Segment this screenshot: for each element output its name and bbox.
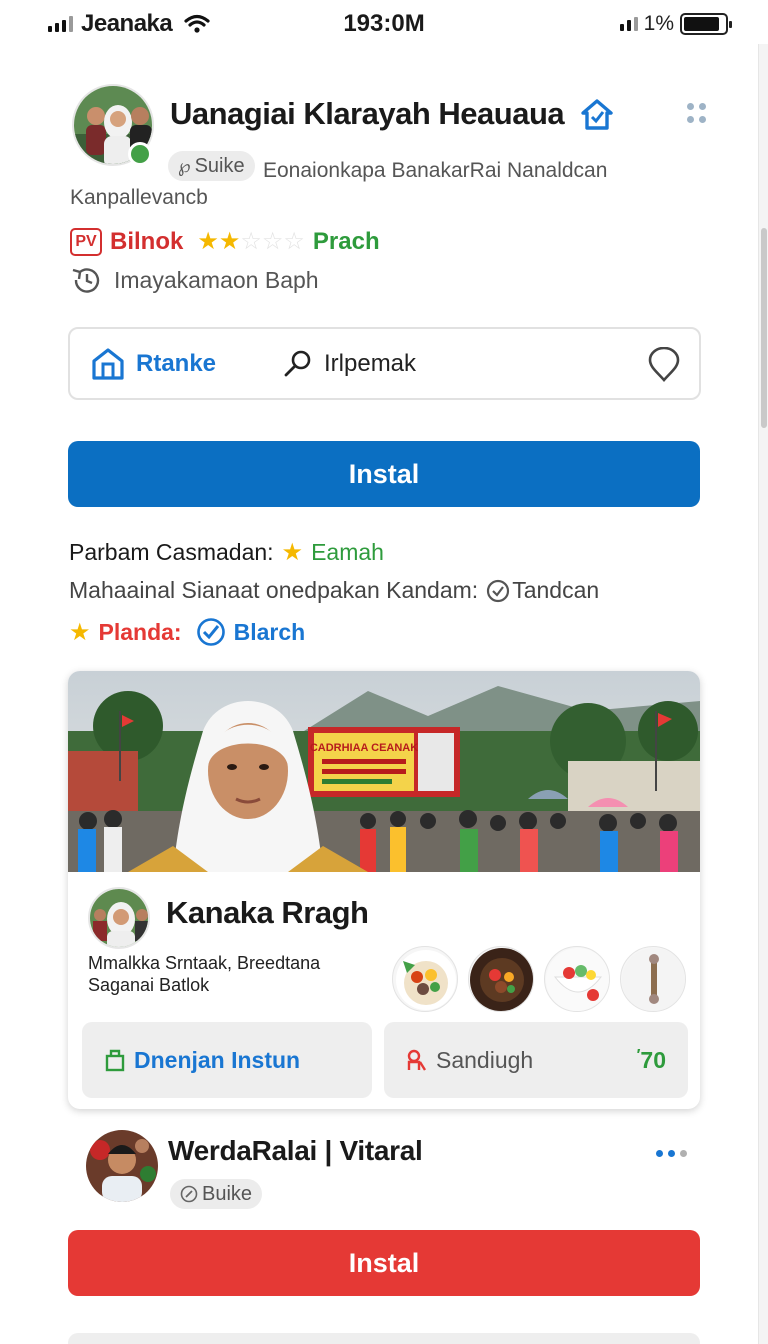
location-pin-icon[interactable]: [647, 347, 681, 383]
cellular-icon: [619, 17, 638, 31]
install-button-secondary[interactable]: Instal: [68, 1230, 700, 1296]
profile2-tag-label: Buike: [202, 1182, 253, 1205]
profile-tag-label: Suike: [194, 154, 245, 177]
star-icon: ★: [69, 618, 91, 646]
count-value: 70: [640, 1046, 666, 1073]
info-text: Imayakamaon Baph: [114, 266, 319, 293]
verified-check-icon: [196, 618, 225, 646]
detail-1-value: Eamah: [311, 539, 384, 565]
more-options-icon[interactable]: [686, 102, 708, 128]
card-primary-label: Dnenjan Instun: [134, 1046, 301, 1073]
online-badge: [128, 142, 152, 166]
star-empty-icon: ☆: [283, 228, 305, 255]
check-circle-icon: [487, 579, 510, 602]
food-thumb-3[interactable]: [544, 946, 610, 1012]
rating-label: Bilnok: [110, 227, 184, 255]
banner-text: CADRHIAA CEANAK: [310, 742, 418, 754]
star-empty-icon: ☆: [240, 228, 262, 255]
card-primary-button[interactable]: Dnenjan Instun: [82, 1022, 372, 1098]
bag-icon: [105, 1049, 125, 1072]
store-icon: [92, 348, 124, 380]
battery-percent: 1%: [643, 12, 674, 35]
status-right: 1%: [619, 12, 732, 36]
star-empty-icon: ☆: [261, 228, 284, 255]
food-thumbnails: [392, 946, 686, 1012]
rating-row: PV Bilnok ★★☆☆☆ Prach: [70, 227, 380, 256]
store-label: Rtanke: [136, 350, 217, 377]
star-icon: ★: [281, 539, 304, 566]
card-title: Kanaka Rragh: [166, 895, 369, 930]
card-desc-line-1: Mmalkka Srntaak, Breedtana: [88, 953, 321, 973]
tag-icon: ℘: [178, 155, 191, 176]
info-row: Imayakamaon Baph: [70, 266, 319, 294]
card-secondary-count: ′70: [637, 1047, 666, 1074]
event-card[interactable]: CADRHIAA CEANAK Kanaka Rragh Mmalkka Srn…: [68, 671, 700, 1109]
rating-status: Prach: [312, 227, 380, 255]
event-photo: CADRHIAA CEANAK: [68, 671, 700, 872]
star-icon: ★: [197, 228, 219, 255]
detail-1-label: Parbam Casmadan:: [69, 539, 274, 565]
profile2-avatar[interactable]: [86, 1130, 158, 1202]
scrollbar[interactable]: [758, 44, 768, 1344]
pv-badge-icon: PV: [70, 227, 102, 256]
profile-tag[interactable]: ℘ Suike: [168, 151, 255, 181]
food-thumb-1[interactable]: [392, 946, 458, 1012]
battery-icon: [680, 13, 732, 35]
group-icon: [407, 1049, 427, 1071]
search-button[interactable]: Irlpemak: [282, 349, 416, 379]
star-icon: ★: [218, 228, 241, 255]
scrollbar-thumb[interactable]: [761, 228, 767, 428]
store-button[interactable]: Rtanke: [90, 347, 216, 381]
link-icon: [180, 1185, 198, 1203]
profile-subtitle: Eonaionkapa BanakarRai Nanaldcan: [263, 159, 608, 182]
detail-line-3: ★ Planda: Blarch: [69, 617, 305, 647]
star-rating: ★★☆☆☆: [197, 227, 305, 256]
food-thumb-4[interactable]: [620, 946, 686, 1012]
detail-3-label: Planda:: [98, 618, 182, 645]
card-description: Mmalkka Srntaak, Breedtana Saganai Batlo…: [88, 952, 368, 996]
card-desc-line-2: Saganai Batlok: [88, 975, 210, 995]
card-secondary-button[interactable]: Sandiugh ′70: [384, 1022, 688, 1098]
card-secondary-label: Sandiugh: [436, 1046, 534, 1073]
next-card-peek: [68, 1333, 700, 1344]
profile2-tag[interactable]: Buike: [170, 1179, 263, 1209]
home-verified-icon: [581, 99, 613, 130]
action-row: Rtanke Irlpemak: [68, 327, 701, 400]
detail-3-value: Blarch: [233, 618, 306, 645]
detail-line-2: Mahaainal Sianaat onedpakan Kandam: Tand…: [69, 577, 599, 604]
profile2-name: WerdaRalai | Vitaral: [168, 1135, 423, 1166]
food-thumb-2[interactable]: [468, 946, 534, 1012]
status-bar: Jeanaka 193:0M 1%: [0, 0, 768, 50]
card-avatar[interactable]: [88, 887, 150, 949]
profile2-more-icon[interactable]: [656, 1150, 687, 1157]
search-label: Irlpemak: [324, 350, 417, 377]
profile-subtitle-2: Kanpallevancb: [70, 186, 208, 209]
search-icon: [284, 350, 311, 377]
detail-2-label: Mahaainal Sianaat onedpakan Kandam:: [69, 577, 479, 603]
profile-name: Uanagiai Klarayah Heauaua: [170, 96, 565, 131]
detail-2-value: Tandcan: [512, 577, 600, 603]
detail-line-1: Parbam Casmadan: ★ Eamah: [69, 538, 384, 567]
install-button[interactable]: Instal: [68, 441, 700, 507]
clock-refresh-icon: [72, 268, 100, 293]
